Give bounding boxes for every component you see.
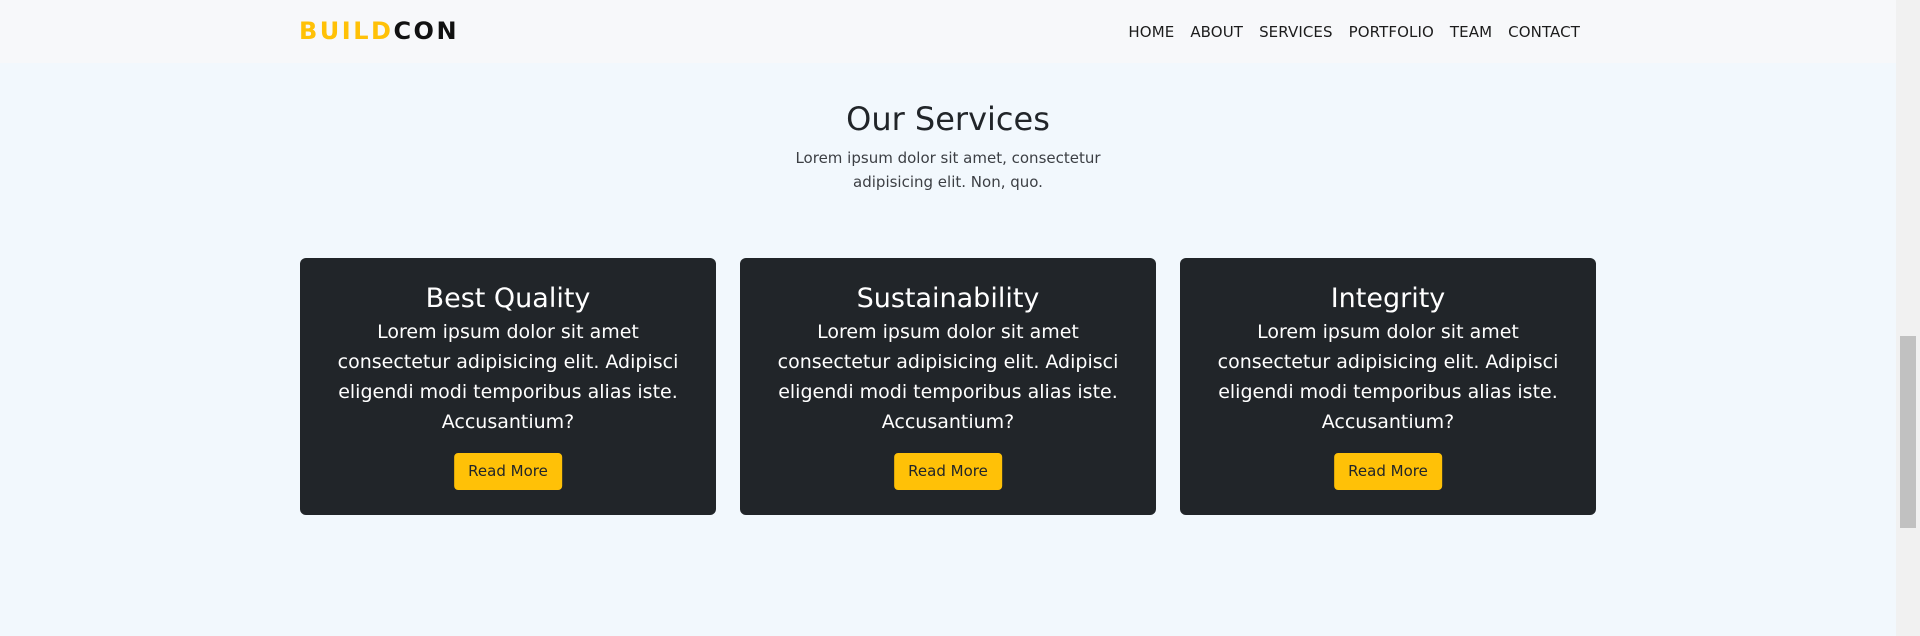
navbar: BUILDCON HOME ABOUT SERVICES PORTFOLIO T…: [0, 0, 1896, 63]
nav-link-home[interactable]: HOME: [1120, 23, 1182, 41]
viewport: BUILDCON HOME ABOUT SERVICES PORTFOLIO T…: [0, 0, 1896, 636]
section-subtitle: Lorem ipsum dolor sit amet, consectetur …: [795, 149, 1101, 191]
card-text: Lorem ipsum dolor sit amet consectetur a…: [777, 321, 1119, 433]
card-text: Lorem ipsum dolor sit amet consectetur a…: [1217, 321, 1559, 433]
nav-link-about[interactable]: ABOUT: [1182, 23, 1251, 41]
brand-logo-con: CON: [393, 17, 460, 45]
card-text: Lorem ipsum dolor sit amet consectetur a…: [337, 321, 679, 433]
nav-link-portfolio[interactable]: PORTFOLIO: [1341, 23, 1442, 41]
service-card-best-quality: Best Quality Lorem ipsum dolor sit amet …: [300, 258, 716, 515]
page: BUILDCON HOME ABOUT SERVICES PORTFOLIO T…: [0, 0, 1920, 636]
vertical-scrollbar[interactable]: [1896, 0, 1920, 636]
nav-link-contact[interactable]: CONTACT: [1500, 23, 1588, 41]
nav-link-services[interactable]: SERVICES: [1251, 23, 1341, 41]
brand-logo[interactable]: BUILDCON: [299, 14, 459, 48]
read-more-button[interactable]: Read More: [454, 453, 562, 490]
brand-logo-build: BUILD: [299, 17, 394, 45]
service-card-integrity: Integrity Lorem ipsum dolor sit amet con…: [1180, 258, 1596, 515]
read-more-button[interactable]: Read More: [894, 453, 1002, 490]
scrollbar-thumb[interactable]: [1900, 336, 1916, 528]
read-more-button[interactable]: Read More: [1334, 453, 1442, 490]
section-title: Our Services: [846, 100, 1050, 138]
nav-link-team[interactable]: TEAM: [1442, 23, 1500, 41]
service-card-sustainability: Sustainability Lorem ipsum dolor sit ame…: [740, 258, 1156, 515]
nav-menu: HOME ABOUT SERVICES PORTFOLIO TEAM CONTA…: [1120, 0, 1588, 63]
